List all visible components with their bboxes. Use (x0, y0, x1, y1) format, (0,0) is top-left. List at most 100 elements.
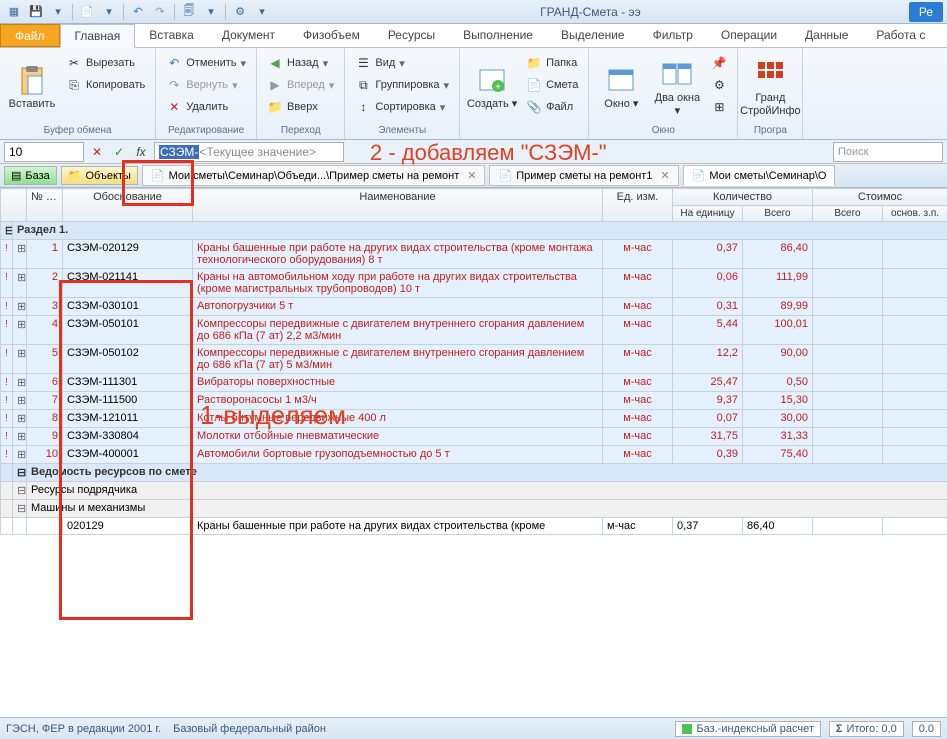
doc-icon: 📄 (498, 169, 512, 182)
qat-dropdown-icon[interactable]: ▾ (48, 3, 68, 21)
col-cost-total[interactable]: Всего (813, 206, 883, 222)
qat-undo-icon[interactable]: ↶ (128, 3, 148, 21)
grid-icon (754, 58, 786, 90)
paste-icon (16, 64, 48, 96)
copy-icon: ⎘ (66, 77, 82, 93)
sort-button[interactable]: ↕Сортировка▾ (351, 97, 453, 117)
tab-execution[interactable]: Выполнение (449, 24, 547, 47)
grand-info-button[interactable]: Гранд СтройИнфо (744, 51, 796, 124)
file-icon: 📎 (526, 99, 542, 115)
elements-group-label: Элементы (351, 124, 453, 137)
qat-save-icon[interactable]: 💾 (26, 3, 46, 21)
status-total[interactable]: ΣИтого: 0,0 (829, 721, 904, 737)
tab-work[interactable]: Работа с (862, 24, 939, 47)
close-icon[interactable]: ✕ (660, 169, 669, 182)
group-icon: ⧉ (355, 77, 371, 93)
file-button[interactable]: 📎Файл (522, 97, 582, 117)
create-button[interactable]: + Создать ▾ (466, 51, 518, 124)
two-windows-icon (661, 58, 693, 90)
window-group-label: Окно (595, 124, 731, 137)
formula-input[interactable]: СЗЭМ-<Текущее значение> (154, 142, 344, 162)
tab-operations[interactable]: Операции (707, 24, 791, 47)
sigma-icon: Σ (836, 723, 843, 735)
undo-button[interactable]: ↶Отменить▾ (162, 53, 250, 73)
copy-button[interactable]: ⎘Копировать (62, 75, 149, 95)
win-opt3-button[interactable]: ⊞ (707, 97, 731, 117)
col-name[interactable]: Наименование (193, 189, 603, 222)
group-button[interactable]: ⧉Группировка▾ (351, 75, 453, 95)
col-npp[interactable]: № п.п (27, 189, 63, 222)
col-cost-osn[interactable]: основ. з.п. (883, 206, 947, 222)
forward-icon: ▶ (267, 77, 283, 93)
nav-group-label: Переход (263, 124, 338, 137)
fx-button[interactable]: fx (132, 143, 150, 161)
window-title: ГРАНД-Смета - ээ (272, 5, 909, 19)
sheet-tab-2[interactable]: 📄Пример сметы на ремонт1✕ (489, 165, 678, 186)
col-qty-unit[interactable]: На единицу (673, 206, 743, 222)
win-opt2-button[interactable]: ⚙ (707, 75, 731, 95)
base-tab-button[interactable]: ▤База (4, 166, 57, 185)
two-windows-button[interactable]: Два окна ▾ (651, 51, 703, 124)
win-opt1-button[interactable]: 📌 (707, 53, 731, 73)
col-qty[interactable]: Количество (673, 189, 813, 206)
file-tab[interactable]: Файл (0, 24, 60, 47)
annotation-2-text: 2 - добавляем "СЗЭМ-" (370, 140, 607, 166)
col-unit[interactable]: Ед. изм. (603, 189, 673, 222)
tab-selection[interactable]: Выделение (547, 24, 639, 47)
qat-more-icon[interactable]: ⚙ (230, 3, 250, 21)
redo-button[interactable]: ↷Вернуть▾ (162, 75, 250, 95)
sheet-tab-3[interactable]: 📄Мои сметы\Семинар\О (683, 165, 836, 186)
redo-icon: ↷ (166, 77, 182, 93)
view-button[interactable]: ☰Вид▾ (351, 53, 453, 73)
col-qty-total[interactable]: Всего (743, 206, 813, 222)
status-left-2: Базовый федеральный район (173, 723, 326, 735)
col-osn[interactable]: Обоснование (63, 189, 193, 222)
cut-button[interactable]: ✂Вырезать (62, 53, 149, 73)
data-grid[interactable]: № п.п Обоснование Наименование Ед. изм. … (0, 188, 947, 535)
sheet-tab-1[interactable]: 📄Мои сметы\Семинар\Объеди...\Пример смет… (142, 165, 486, 186)
app-icon: ▦ (4, 3, 24, 21)
forward-button[interactable]: ▶Вперед▾ (263, 75, 338, 95)
tab-insert[interactable]: Вставка (135, 24, 208, 47)
new-button[interactable]: Ре (909, 2, 943, 22)
objects-tab-button[interactable]: 📁Объекты (61, 166, 138, 185)
tab-filter[interactable]: Фильтр (639, 24, 707, 47)
tab-data[interactable]: Данные (791, 24, 862, 47)
folder-button[interactable]: 📁Папка (522, 53, 582, 73)
window-button[interactable]: Окно ▾ (595, 51, 647, 124)
qat-dropdown4-icon[interactable]: ▾ (252, 3, 272, 21)
doc-icon: 📄 (692, 169, 706, 182)
scissors-icon: ✂ (66, 55, 82, 71)
tab-resources[interactable]: Ресурсы (374, 24, 449, 47)
square-icon (682, 724, 692, 734)
col-cost[interactable]: Стоимос (813, 189, 947, 206)
delete-button[interactable]: ✕Удалить (162, 97, 250, 117)
qat-new-icon[interactable]: 📄 (77, 3, 97, 21)
search-input[interactable]: Поиск (833, 142, 943, 162)
tab-home[interactable]: Главная (60, 24, 136, 48)
sort-icon: ↕ (355, 99, 371, 115)
tab-fizobem[interactable]: Физобъем (289, 24, 374, 47)
undo-icon: ↶ (166, 55, 182, 71)
status-val: 0.0 (912, 721, 941, 737)
name-box[interactable]: 10 (4, 142, 84, 162)
paste-button[interactable]: Вставить (6, 51, 58, 124)
qat-dropdown3-icon[interactable]: ▾ (201, 3, 221, 21)
cancel-formula-button[interactable]: ✕ (88, 143, 106, 161)
accept-formula-button[interactable]: ✓ (110, 143, 128, 161)
edit-group-label: Редактирование (162, 124, 250, 137)
tab-document[interactable]: Документ (208, 24, 289, 47)
qat-redo-icon[interactable]: ↷ (150, 3, 170, 21)
up-button[interactable]: 📁Вверх (263, 97, 338, 117)
status-left-1: ГЭСН, ФЕР в редакции 2001 г. (6, 723, 161, 735)
close-icon[interactable]: ✕ (467, 169, 476, 182)
status-mode[interactable]: Баз.-индексный расчет (675, 721, 820, 737)
layout-icon: ⊞ (711, 99, 727, 115)
back-button[interactable]: ◀Назад▾ (263, 53, 338, 73)
delete-icon: ✕ (166, 99, 182, 115)
smeta-button[interactable]: 📄Смета (522, 75, 582, 95)
qat-dropdown2-icon[interactable]: ▾ (99, 3, 119, 21)
doc-icon: 📄 (151, 169, 165, 182)
qat-print-icon[interactable]: 🗐 (179, 3, 199, 21)
folder-icon: 📁 (526, 55, 542, 71)
